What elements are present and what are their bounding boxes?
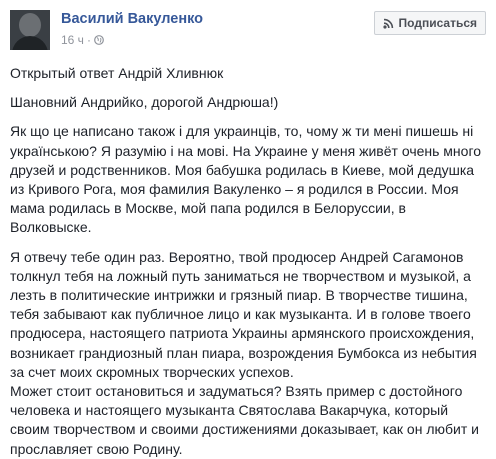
post-paragraph: Я отвечу тебе один раз. Вероятно, твой п…: [10, 248, 477, 380]
author-name[interactable]: Василий Вакуленко: [61, 11, 203, 27]
post-header: Василий Вакуленко 16 ч · Подписаться: [0, 0, 496, 52]
post-paragraph: Як що це написано також і для украинцiв,…: [10, 123, 482, 236]
post-timestamp[interactable]: 16 ч: [61, 33, 84, 47]
follow-button[interactable]: Подписаться: [373, 11, 486, 35]
avatar[interactable]: [10, 10, 50, 50]
post-greeting: Шановний Андрийко, дорогой Андрюша!): [10, 94, 279, 111]
rss-icon: [382, 18, 393, 29]
post-body: Открытый ответ Андрій Хливнюк Шановний А…: [10, 64, 488, 459]
follow-label: Подписаться: [398, 16, 477, 30]
post-paragraph: Может стоит остановиться и задуматься? В…: [10, 383, 479, 457]
globe-icon[interactable]: [94, 35, 104, 45]
post-title: Открытый ответ Андрій Хливнюк: [10, 65, 224, 81]
post-meta: 16 ч ·: [61, 33, 104, 47]
meta-separator: ·: [86, 33, 91, 47]
